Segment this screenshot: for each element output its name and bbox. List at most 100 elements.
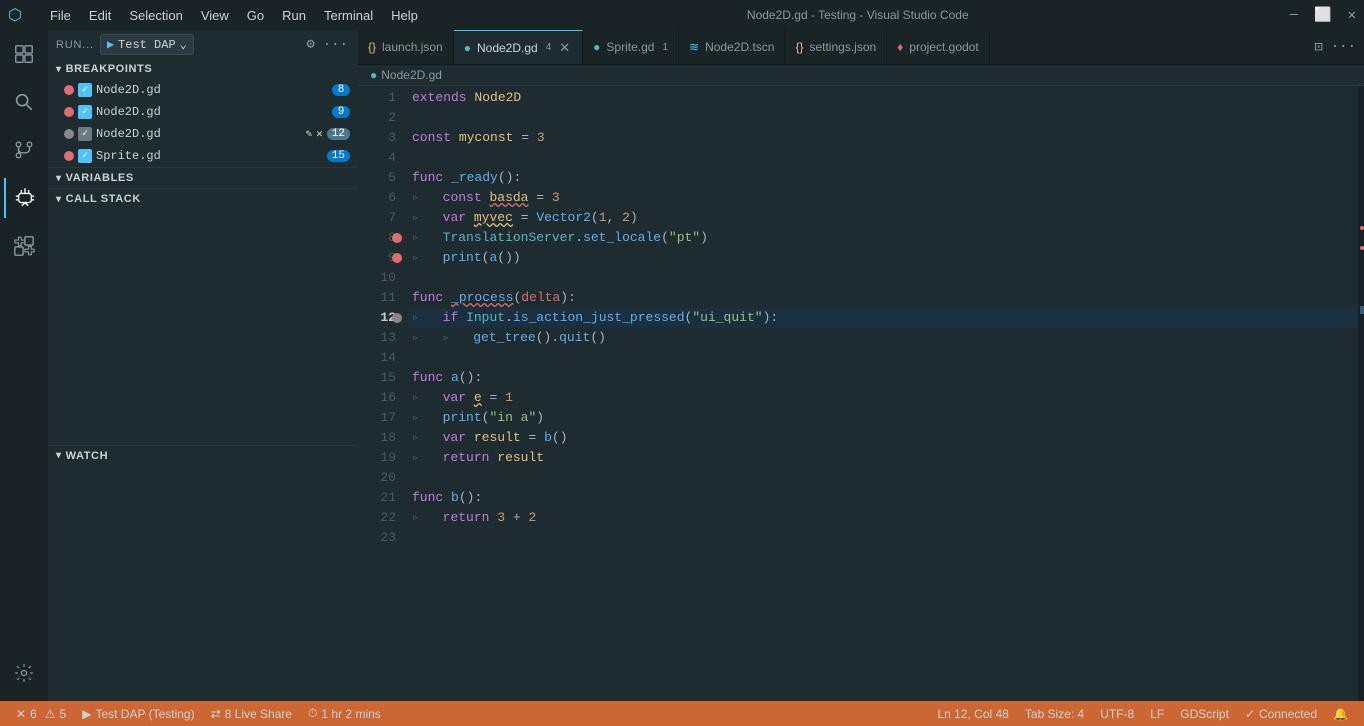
bp-checkbox-2[interactable]: ✓ bbox=[78, 105, 92, 119]
status-live-share[interactable]: ⇄ 8 Live Share bbox=[203, 701, 300, 726]
tab-label-godot: project.godot bbox=[909, 40, 978, 54]
tab-icon-sprite: ● bbox=[593, 40, 600, 54]
code-line-5: func _ready(): bbox=[408, 168, 1364, 188]
bp-checkbox-4[interactable]: ✓ bbox=[78, 149, 92, 163]
status-timer[interactable]: ⏱ 1 hr 2 mins bbox=[300, 701, 389, 726]
tab-node2d-tscn[interactable]: ≋ Node2D.tscn bbox=[679, 30, 785, 65]
minimize-button[interactable]: — bbox=[1290, 7, 1298, 24]
callstack-title: CALL STACK bbox=[66, 193, 141, 205]
watch-header[interactable]: ▾ WATCH bbox=[48, 446, 358, 466]
settings-gear-icon[interactable]: ⚙ bbox=[304, 34, 316, 55]
code-line-3: const myconst = 3 bbox=[408, 128, 1364, 148]
more-options-icon[interactable]: ··· bbox=[321, 35, 350, 55]
tab-count-sprite: 1 bbox=[662, 42, 668, 53]
watch-chevron: ▾ bbox=[56, 450, 62, 461]
bp-edit-icons: ✎ ✕ bbox=[306, 127, 323, 141]
title-bar: ⬡ File Edit Selection View Go Run Termin… bbox=[0, 0, 1364, 30]
code-line-16: ▹ var e = 1 bbox=[408, 388, 1364, 408]
tab-sprite-gd[interactable]: ● Sprite.gd 1 bbox=[583, 30, 679, 65]
breakpoint-item-1[interactable]: ✓ Node2D.gd 8 bbox=[48, 79, 358, 101]
menu-view[interactable]: View bbox=[193, 6, 237, 25]
breadcrumb-filename[interactable]: Node2D.gd bbox=[381, 68, 442, 82]
status-notifications[interactable]: 🔔 bbox=[1325, 701, 1356, 726]
run-label: RUN... bbox=[56, 39, 94, 51]
activity-settings[interactable] bbox=[4, 653, 44, 693]
tab-close-node2d[interactable]: ✕ bbox=[557, 38, 572, 58]
maximize-button[interactable]: ⬜ bbox=[1314, 7, 1331, 24]
breakpoint-item-2[interactable]: ✓ Node2D.gd 9 bbox=[48, 101, 358, 123]
tab-label-settings: settings.json bbox=[809, 40, 876, 54]
breakpoint-item-3[interactable]: ✓ Node2D.gd ✎ ✕ 12 bbox=[48, 123, 358, 145]
variables-section: ▾ VARIABLES bbox=[48, 168, 358, 189]
more-tabs-icon[interactable]: ··· bbox=[1329, 37, 1358, 57]
run-header: RUN... ▶ Test DAP ⌄ ⚙ ··· bbox=[48, 30, 358, 59]
menu-edit[interactable]: Edit bbox=[81, 6, 119, 25]
breakpoints-header[interactable]: ▾ BREAKPOINTS bbox=[48, 59, 358, 79]
close-button[interactable]: ✕ bbox=[1348, 7, 1356, 24]
callstack-chevron: ▾ bbox=[56, 194, 62, 205]
bell-icon: 🔔 bbox=[1333, 707, 1348, 721]
activity-bottom bbox=[4, 653, 44, 701]
code-container[interactable]: 12345 678910 11121314 1516171819 2021222… bbox=[358, 86, 1364, 701]
code-body: extends Node2D const myconst = 3 func _r… bbox=[408, 86, 1364, 701]
menu-terminal[interactable]: Terminal bbox=[316, 6, 381, 25]
tab-project-godot[interactable]: ♦ project.godot bbox=[887, 30, 990, 65]
bp-line-4: 15 bbox=[327, 150, 350, 162]
tab-count-node2d: 4 bbox=[546, 42, 552, 53]
minimap-active bbox=[1360, 306, 1364, 314]
callstack-header[interactable]: ▾ CALL STACK bbox=[48, 189, 358, 209]
code-line-10 bbox=[408, 268, 1364, 288]
status-tab-size[interactable]: Tab Size: 4 bbox=[1017, 701, 1092, 726]
activity-extensions[interactable] bbox=[4, 226, 44, 266]
tab-launch-json[interactable]: {} launch.json bbox=[358, 30, 454, 65]
split-editor-icon[interactable]: ⊡ bbox=[1312, 37, 1324, 58]
bp-indicator-9 bbox=[392, 253, 402, 263]
watch-content bbox=[48, 466, 358, 526]
breakpoint-item-4[interactable]: ✓ Sprite.gd 15 bbox=[48, 145, 358, 167]
bp-line-3: 12 bbox=[327, 128, 350, 140]
status-connected[interactable]: ✓ Connected bbox=[1237, 701, 1325, 726]
sidebar: RUN... ▶ Test DAP ⌄ ⚙ ··· ▾ BREAKPOINTS bbox=[48, 30, 358, 701]
error-count: 6 bbox=[30, 707, 37, 721]
code-line-2 bbox=[408, 108, 1364, 128]
code-line-1: extends Node2D bbox=[408, 88, 1364, 108]
bp-indicator-8 bbox=[392, 233, 402, 243]
window-title: Node2D.gd - Testing - Visual Studio Code bbox=[442, 8, 1274, 22]
code-line-14 bbox=[408, 348, 1364, 368]
status-line-ending[interactable]: LF bbox=[1142, 701, 1172, 726]
menu-run[interactable]: Run bbox=[274, 6, 314, 25]
file-icon: ● bbox=[370, 68, 377, 82]
tab-icon-launch: {} bbox=[368, 40, 376, 54]
tab-icon-tscn: ≋ bbox=[689, 40, 699, 54]
bp-dot-3 bbox=[64, 129, 74, 139]
variables-header[interactable]: ▾ VARIABLES bbox=[48, 168, 358, 188]
activity-debug[interactable] bbox=[4, 178, 44, 218]
activity-search[interactable] bbox=[4, 82, 44, 122]
debug-indicator-12 bbox=[392, 313, 402, 323]
activity-explorer[interactable] bbox=[4, 34, 44, 74]
status-errors[interactable]: ✕ 6 ⚠ 5 bbox=[8, 701, 74, 726]
activity-source-control[interactable] bbox=[4, 130, 44, 170]
tab-settings-json[interactable]: {} settings.json bbox=[785, 30, 887, 65]
status-debug-config[interactable]: ▶ Test DAP (Testing) bbox=[74, 701, 202, 726]
tab-node2d-gd[interactable]: ● Node2D.gd 4 ✕ bbox=[454, 30, 583, 65]
line-numbers: 12345 678910 11121314 1516171819 2021222… bbox=[358, 86, 408, 701]
status-encoding[interactable]: UTF-8 bbox=[1092, 701, 1142, 726]
status-position[interactable]: Ln 12, Col 48 bbox=[929, 701, 1016, 726]
menu-go[interactable]: Go bbox=[239, 6, 272, 25]
menu-help[interactable]: Help bbox=[383, 6, 426, 25]
bp-edit-icon[interactable]: ✎ bbox=[306, 127, 313, 141]
bp-checkbox-1[interactable]: ✓ bbox=[78, 83, 92, 97]
bp-checkbox-3[interactable]: ✓ bbox=[78, 127, 92, 141]
line-ending-label: LF bbox=[1150, 707, 1164, 721]
menu-file[interactable]: File bbox=[42, 6, 79, 25]
bp-close-icon[interactable]: ✕ bbox=[316, 127, 323, 141]
tabs-bar: {} launch.json ● Node2D.gd 4 ✕ ● Sprite.… bbox=[358, 30, 1364, 65]
encoding-label: UTF-8 bbox=[1100, 707, 1134, 721]
run-config-dropdown[interactable]: ▶ Test DAP ⌄ bbox=[100, 34, 194, 55]
bp-filename-3: Node2D.gd bbox=[96, 127, 302, 141]
menu-selection[interactable]: Selection bbox=[121, 6, 190, 25]
watch-title: WATCH bbox=[66, 450, 109, 462]
code-line-6: ▹ const basda = 3 bbox=[408, 188, 1364, 208]
status-language[interactable]: GDScript bbox=[1172, 701, 1237, 726]
